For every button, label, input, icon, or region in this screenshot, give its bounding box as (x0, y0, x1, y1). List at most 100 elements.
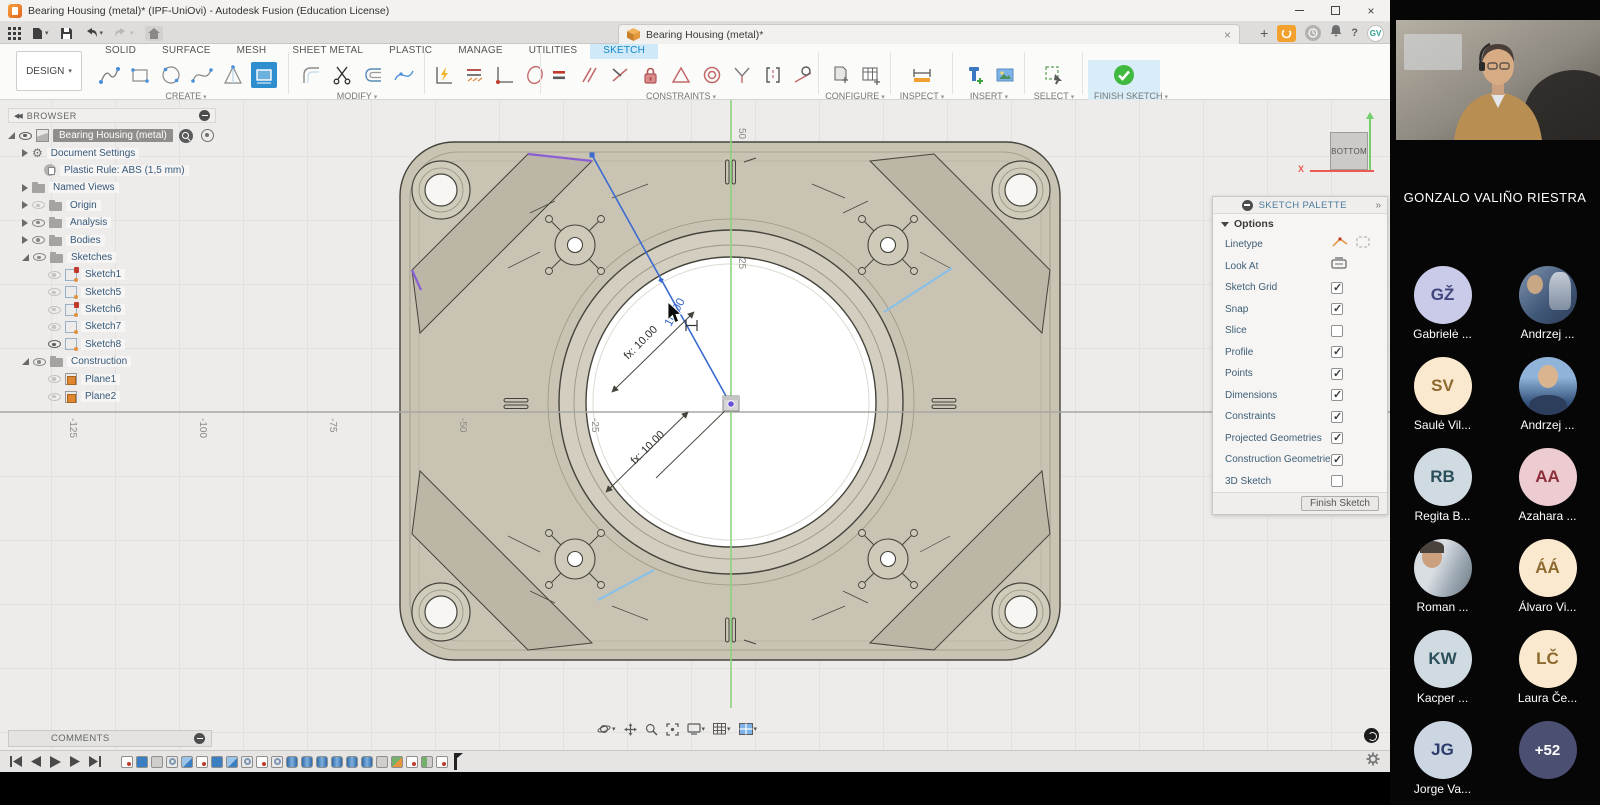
sketch-canvas[interactable]: -125 -100 -75 -50 -25 50 25 10.00 (0, 100, 1390, 750)
visibility-eye-icon[interactable] (48, 288, 61, 296)
timeline-step-forward-icon[interactable] (70, 756, 80, 767)
circle-tool-icon[interactable] (158, 62, 184, 88)
midpoint-constraint-icon[interactable] (729, 62, 755, 88)
construction-geometries-checkbox[interactable] (1331, 454, 1343, 466)
browser-item-sketches[interactable]: Sketches (8, 249, 216, 266)
browser-item-sketch6[interactable]: Sketch6 (8, 301, 216, 318)
participant-tile[interactable]: Roman ... (1390, 539, 1495, 618)
palette-options-section[interactable]: Options (1213, 214, 1387, 234)
coincident-constraint-icon[interactable] (607, 62, 633, 88)
visibility-eye-icon[interactable] (48, 340, 61, 348)
expand-icon[interactable] (22, 149, 28, 157)
viewcube[interactable]: X BOTTOM (1280, 112, 1385, 192)
participant-tile[interactable]: JG Jorge Va... (1390, 721, 1495, 800)
participant-tile[interactable]: GŽ Gabrielė ... (1390, 266, 1495, 345)
3d-sketch-checkbox[interactable] (1331, 475, 1343, 487)
browser-item-sketch7[interactable]: Sketch7 (8, 318, 216, 335)
visibility-eye-icon[interactable] (48, 271, 61, 279)
timeline-feature-icon-hole[interactable] (241, 756, 253, 768)
timeline-feature-icon-pattern[interactable] (391, 756, 403, 768)
workspace-selector[interactable]: DESIGN▾ (16, 51, 82, 91)
measure-tool-icon[interactable] (909, 62, 935, 88)
expand-icon[interactable] (22, 254, 29, 261)
tab-mesh[interactable]: MESH (224, 44, 280, 59)
browser-item-bodies[interactable]: Bodies (8, 231, 216, 248)
browser-item-sketch8[interactable]: Sketch8 (8, 336, 216, 353)
dimensions-checkbox[interactable] (1331, 389, 1343, 401)
participant-tile[interactable]: LČ Laura Če... (1495, 630, 1600, 709)
visibility-eye-icon[interactable] (32, 219, 45, 227)
spline-tool-icon[interactable] (189, 62, 215, 88)
concentric-constraint-icon[interactable] (699, 62, 725, 88)
timeline-step-back-icon[interactable] (31, 756, 41, 767)
browser-item-plane2[interactable]: Plane2 (8, 388, 216, 405)
line-tool-icon[interactable] (96, 62, 122, 88)
visibility-eye-icon[interactable] (48, 306, 61, 314)
job-status-icon[interactable] (1277, 25, 1296, 42)
participant-tile[interactable]: KW Kacper ... (1390, 630, 1495, 709)
fit-icon[interactable] (666, 723, 679, 736)
expand-icon[interactable] (22, 358, 29, 365)
pan-icon[interactable] (624, 723, 637, 736)
tab-sketch[interactable]: SKETCH (590, 44, 658, 59)
help-icon[interactable]: ? (1351, 27, 1358, 39)
look-at-icon[interactable] (1331, 257, 1347, 275)
timeline-feature-icon-gray[interactable] (376, 756, 388, 768)
orbit-icon[interactable]: ▾ (597, 722, 616, 736)
tab-plastic[interactable]: PLASTIC (376, 44, 445, 59)
sketch-pattern-tool-icon[interactable] (461, 62, 487, 88)
timeline-feature-icon-hole[interactable] (271, 756, 283, 768)
timeline-feature-icon-extrude[interactable] (211, 756, 223, 768)
timeline-feature-icon-hole[interactable] (166, 756, 178, 768)
timeline-settings-gear-icon[interactable] (1366, 752, 1380, 771)
lock-constraint-icon[interactable] (638, 62, 664, 88)
origin-marker[interactable] (723, 396, 739, 411)
timeline-feature-icon-cyl[interactable] (331, 756, 343, 768)
parallel-constraint-icon[interactable] (577, 62, 603, 88)
recent-activity-icon[interactable] (1305, 25, 1321, 41)
offset-tool-icon[interactable] (360, 62, 386, 88)
timeline-play-icon[interactable] (50, 756, 61, 768)
configure-part-icon[interactable] (827, 62, 853, 88)
sketch-grid-checkbox[interactable] (1331, 282, 1343, 294)
sketch-palette-header[interactable]: SKETCH PALETTE » (1213, 197, 1387, 214)
timeline-feature-icon-mirror[interactable] (421, 756, 433, 768)
participant-tile[interactable]: RB Regita B... (1390, 448, 1495, 527)
participant-tile[interactable]: AA Azahara ... (1495, 448, 1600, 527)
finish-sketch-icon[interactable] (1111, 62, 1137, 88)
browser-minimize-icon[interactable] (199, 110, 210, 121)
timeline-feature-icon-sketch[interactable] (256, 756, 268, 768)
slice-checkbox[interactable] (1331, 325, 1343, 337)
timeline-feature-icon-cyl[interactable] (286, 756, 298, 768)
browser-item-analysis[interactable]: Analysis (8, 214, 216, 231)
visibility-eye-icon[interactable] (19, 132, 32, 140)
fillet-tool-icon[interactable] (298, 62, 324, 88)
tab-manage[interactable]: MANAGE (445, 44, 516, 59)
viewports-icon[interactable]: ▾ (739, 723, 758, 735)
trim-scissors-icon[interactable] (329, 62, 355, 88)
expand-icon[interactable] (22, 219, 28, 227)
participant-tile[interactable]: Andrzej ... (1495, 357, 1600, 436)
timeline-feature-icon-fillet[interactable] (226, 756, 238, 768)
browser-item-named-views[interactable]: Named Views (8, 179, 216, 196)
timeline-feature-icon-sketch[interactable] (436, 756, 448, 768)
expand-icon[interactable] (22, 236, 28, 244)
participant-tile-overflow[interactable]: +52 (1495, 721, 1600, 800)
assistant-icon[interactable] (1364, 728, 1379, 743)
timeline-feature-icon-sketch[interactable] (406, 756, 418, 768)
tab-sheet-metal[interactable]: SHEET METAL (279, 44, 376, 59)
browser-item-plastic-rule[interactable]: Plastic Rule: ABS (1,5 mm) (8, 162, 216, 179)
app-grid-icon[interactable] (8, 27, 21, 40)
notifications-bell-icon[interactable] (1330, 24, 1342, 42)
timeline-feature-icon-gray[interactable] (151, 756, 163, 768)
participant-tile[interactable]: SV Saulė Vil... (1390, 357, 1495, 436)
visibility-eye-icon[interactable] (48, 375, 61, 383)
linetype-normal-icon[interactable] (1331, 235, 1349, 254)
snap-checkbox[interactable] (1331, 303, 1343, 315)
browser-item-origin[interactable]: Origin (8, 197, 216, 214)
comments-minimize-icon[interactable] (194, 733, 205, 744)
polygon-constraint-icon[interactable] (668, 62, 694, 88)
insert-image-icon[interactable] (992, 62, 1018, 88)
spline-edit-tool-icon[interactable] (391, 62, 417, 88)
timeline-feature-icon-extrude[interactable] (136, 756, 148, 768)
